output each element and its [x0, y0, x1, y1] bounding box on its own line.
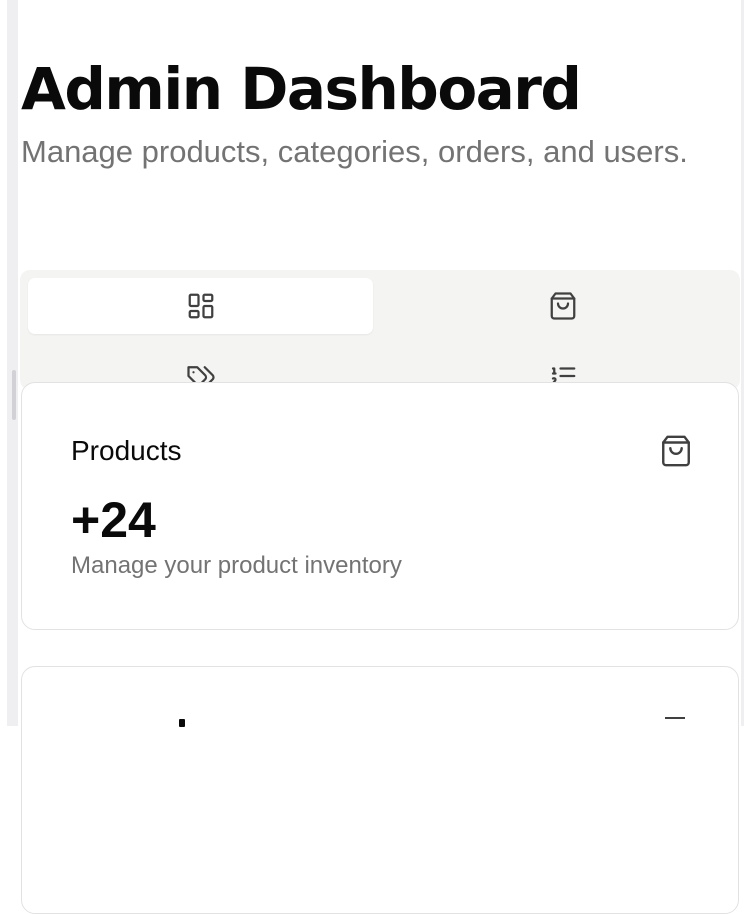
- card-title: Products: [71, 435, 182, 466]
- layout-grid-icon: [188, 293, 213, 319]
- page-title: Admin Dashboard: [21, 55, 582, 123]
- page-subtitle: Manage products, categories, orders, and…: [21, 134, 688, 169]
- next-card[interactable]: [21, 666, 739, 914]
- tab-products[interactable]: [390, 278, 735, 334]
- dashboard-tabs: [20, 270, 740, 390]
- shopping-bag-icon: [550, 292, 575, 320]
- sidebar-border: [7, 0, 18, 726]
- card-description: Manage your product inventory: [71, 552, 402, 579]
- products-card[interactable]: Products +24 Manage your product invento…: [21, 382, 739, 630]
- card-value: +24: [71, 492, 156, 548]
- card-icon-fragment: [665, 717, 685, 729]
- tab-overview[interactable]: [28, 278, 373, 334]
- sidebar-resize-handle[interactable]: [12, 370, 16, 420]
- shopping-bag-icon: [662, 435, 690, 467]
- left-sidebar-edge: [0, 0, 20, 726]
